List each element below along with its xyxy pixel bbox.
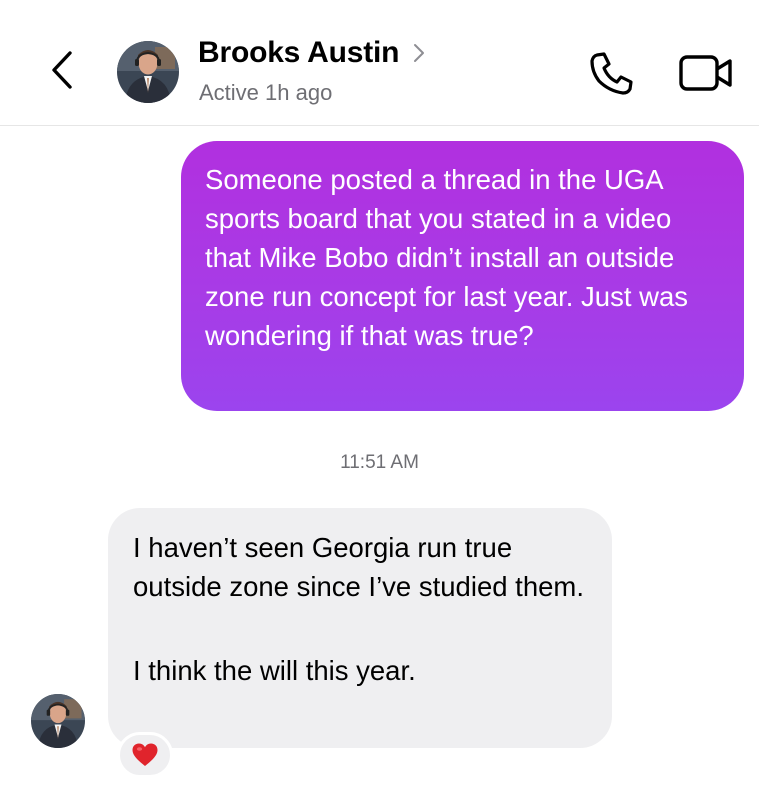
heart-reaction[interactable] bbox=[117, 732, 173, 778]
contact-name-button[interactable]: Brooks Austin bbox=[198, 36, 425, 70]
received-message-bubble[interactable]: I haven’t seen Georgia run true outside … bbox=[108, 508, 612, 748]
back-button[interactable] bbox=[40, 48, 84, 92]
phone-icon bbox=[590, 52, 633, 95]
message-timestamp: 11:51 AM bbox=[340, 452, 419, 473]
heart-icon bbox=[132, 743, 158, 766]
chevron-left-icon bbox=[52, 51, 72, 89]
active-status: Active 1h ago bbox=[199, 80, 333, 105]
video-call-button[interactable] bbox=[676, 50, 736, 96]
received-message-paragraph: I think the will this year. bbox=[133, 655, 416, 686]
contact-name: Brooks Austin bbox=[198, 36, 400, 69]
sender-avatar[interactable] bbox=[31, 694, 85, 748]
chevron-right-icon bbox=[413, 43, 425, 63]
chat-header: Brooks Austin Active 1h ago bbox=[0, 0, 759, 126]
voice-call-button[interactable] bbox=[584, 48, 640, 98]
contact-avatar[interactable] bbox=[117, 41, 179, 103]
video-camera-icon bbox=[679, 55, 732, 91]
sent-message-bubble[interactable]: Someone posted a thread in the UGA sport… bbox=[181, 141, 744, 411]
sent-message-text: Someone posted a thread in the UGA sport… bbox=[205, 164, 689, 351]
received-message-paragraph: I haven’t seen Georgia run true outside … bbox=[133, 532, 584, 602]
